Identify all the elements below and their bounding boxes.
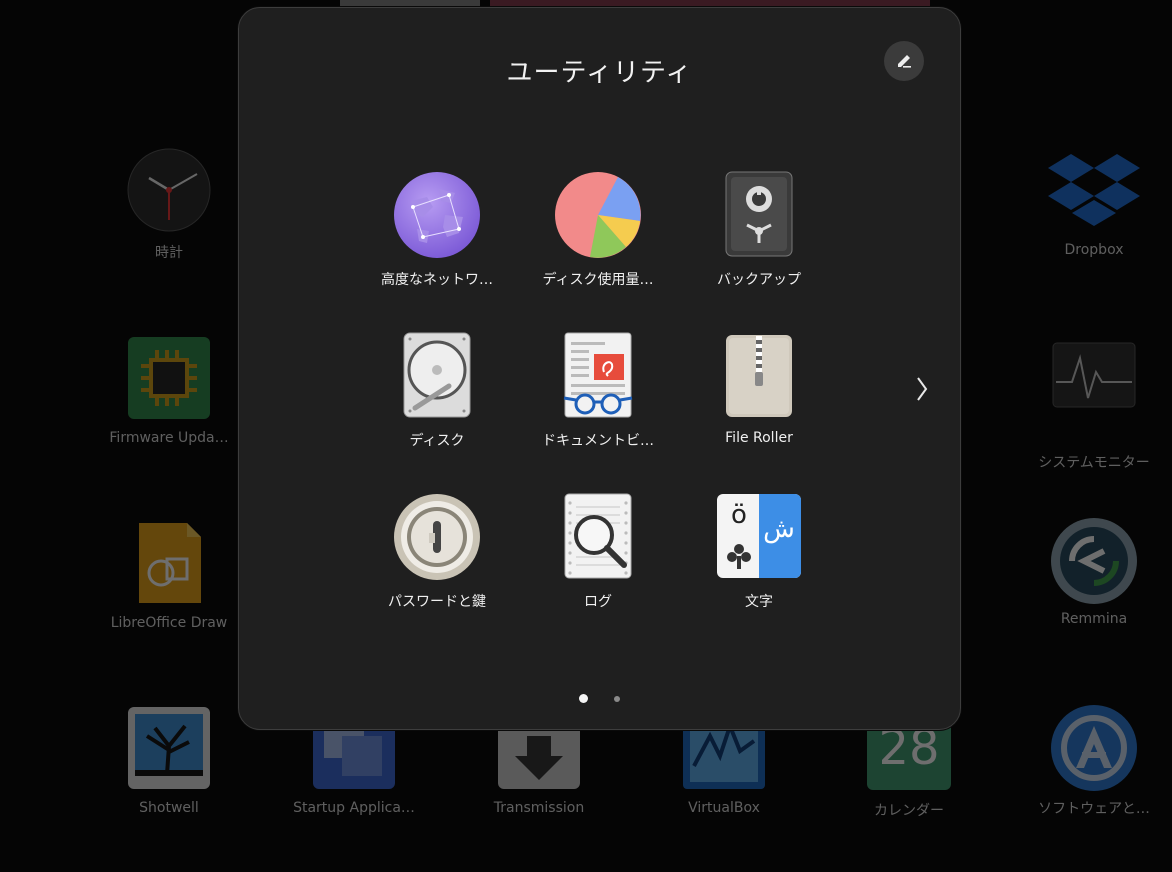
app-label: Dropbox — [1064, 242, 1124, 258]
dropbox-icon — [1044, 148, 1144, 232]
remmina-icon — [1050, 517, 1138, 605]
app-label: 時計 — [155, 245, 183, 261]
app-shotwell[interactable]: Shotwell — [89, 706, 249, 816]
app-label: Transmission — [493, 800, 585, 816]
logs-magnifier-icon — [554, 493, 642, 581]
app-label: ソフトウェアと… — [1038, 801, 1150, 817]
archive-zipper-icon — [715, 332, 803, 420]
app-label: システムモニター — [1038, 455, 1150, 471]
app-label: Shotwell — [139, 800, 199, 816]
app-label: ディスク使用量… — [542, 272, 654, 288]
app-label: ログ — [584, 594, 612, 610]
hard-disk-icon — [393, 332, 481, 420]
app-clock[interactable]: 時計 — [89, 148, 249, 262]
page-dot-1[interactable] — [579, 694, 588, 703]
app-advanced-network[interactable]: 高度なネットワ… — [362, 171, 512, 289]
app-characters[interactable]: ö ش 文字 — [684, 493, 834, 611]
edit-pencil-icon — [895, 52, 913, 70]
app-folder-dialog: ユーティリティ 高度なネットワ… ディスク使用量… バックアップ ディスク ドキ… — [238, 7, 961, 730]
app-dropbox[interactable]: Dropbox — [1014, 148, 1172, 258]
app-passwords-and-keys[interactable]: パスワードと鍵 — [362, 493, 512, 611]
app-logs[interactable]: ログ — [523, 493, 673, 611]
next-page-arrow[interactable] — [912, 374, 932, 404]
app-label: VirtualBox — [688, 800, 760, 816]
shotwell-icon — [127, 706, 211, 790]
app-libreoffice-draw[interactable]: LibreOffice Draw — [89, 521, 249, 631]
rename-folder-button[interactable] — [884, 41, 924, 81]
backup-safe-icon — [715, 171, 803, 259]
app-label: LibreOffice Draw — [110, 615, 228, 631]
libreoffice-draw-icon — [127, 521, 211, 605]
app-label: Startup Applica… — [293, 800, 415, 816]
app-software-updates[interactable]: ソフトウェアと… — [1014, 704, 1172, 818]
app-label: バックアップ — [717, 272, 801, 288]
app-disk-usage-analyzer[interactable]: ディスク使用量… — [523, 171, 673, 289]
app-document-viewer[interactable]: ドキュメントビ… — [523, 332, 673, 450]
app-label: ドキュメントビ… — [542, 433, 654, 449]
passwords-keyhole-icon — [393, 493, 481, 581]
app-label: 文字 — [745, 594, 773, 610]
characters-icon-latin: ö — [731, 500, 747, 530]
app-label: File Roller — [725, 430, 793, 446]
folder-title[interactable]: ユーティリティ — [239, 52, 960, 89]
app-backup[interactable]: バックアップ — [684, 171, 834, 289]
background-window-edge — [340, 0, 480, 6]
page-dot-2[interactable] — [614, 695, 620, 702]
app-disks[interactable]: ディスク — [362, 332, 512, 450]
characters-icon-arabic: ش — [763, 514, 795, 544]
app-label: 高度なネットワ… — [381, 272, 493, 288]
background-window-edge — [490, 0, 930, 6]
document-viewer-icon — [554, 332, 642, 420]
software-updates-icon — [1050, 704, 1138, 792]
app-label: Firmware Upda… — [109, 430, 229, 446]
app-remmina[interactable]: Remmina — [1014, 517, 1172, 627]
chevron-right-icon — [912, 374, 932, 408]
app-firmware-updater[interactable]: Firmware Upda… — [89, 336, 249, 446]
page-indicator — [239, 694, 960, 703]
app-system-monitor[interactable]: システムモニター — [1014, 342, 1172, 472]
app-file-roller[interactable]: File Roller — [684, 332, 834, 446]
system-monitor-icon — [1052, 342, 1136, 426]
app-label: Remmina — [1060, 611, 1128, 627]
network-globe-icon — [393, 171, 481, 259]
chip-icon — [127, 336, 211, 420]
app-label: ディスク — [409, 433, 465, 449]
characters-icon: ö ش — [715, 493, 803, 581]
clock-icon — [127, 148, 211, 232]
disk-usage-pie-icon — [554, 171, 642, 259]
app-label: カレンダー — [874, 803, 944, 819]
app-label: パスワードと鍵 — [388, 594, 486, 610]
